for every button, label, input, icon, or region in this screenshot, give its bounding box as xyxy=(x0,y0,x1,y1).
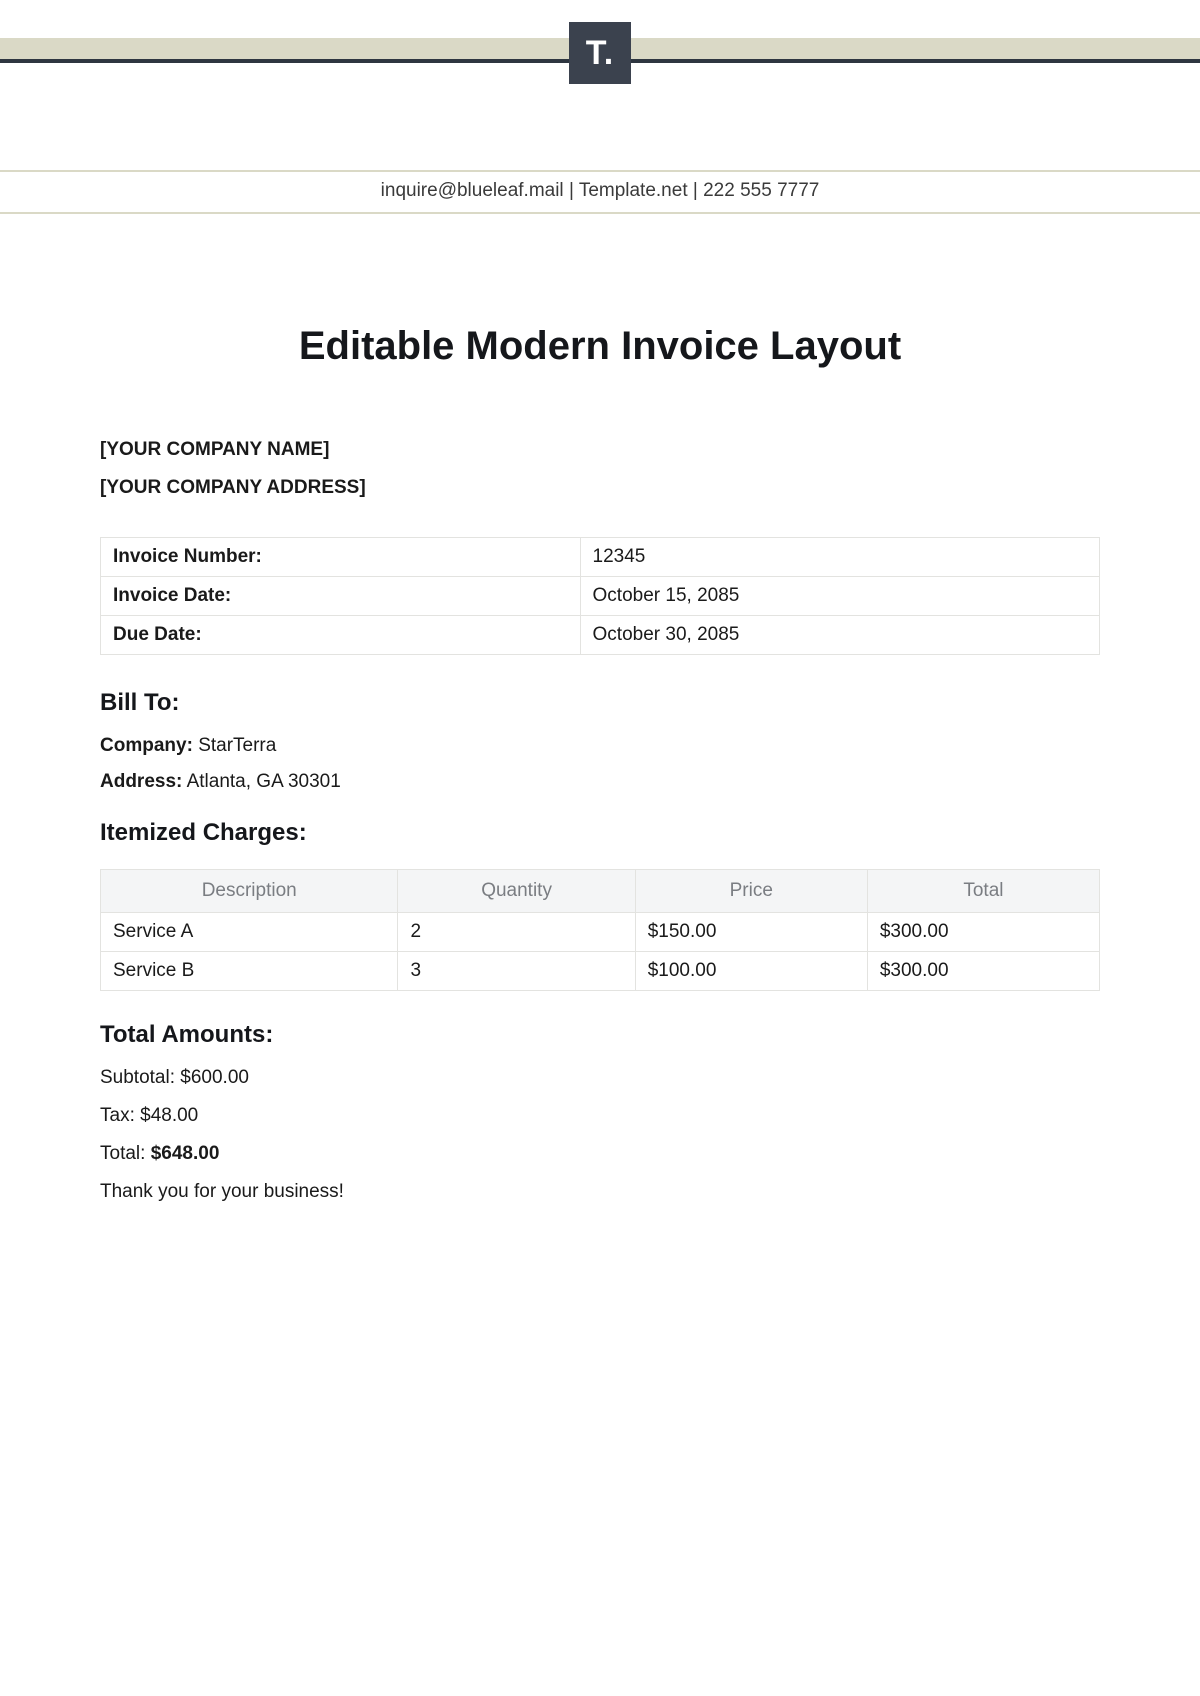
cell-qty: 2 xyxy=(398,913,635,952)
meta-label-invoice-date: Invoice Date: xyxy=(101,577,581,616)
bill-to-company-value: StarTerra xyxy=(198,735,276,756)
separator: | xyxy=(693,180,703,201)
company-name: [YOUR COMPANY NAME] xyxy=(100,439,1100,461)
contact-site: Template.net xyxy=(579,180,688,201)
table-row: Due Date: October 30, 2085 xyxy=(101,616,1100,655)
cell-total: $300.00 xyxy=(867,952,1099,991)
items-heading: Itemized Charges: xyxy=(100,819,1100,847)
separator: | xyxy=(569,180,579,201)
meta-value-invoice-no: 12345 xyxy=(580,538,1099,577)
total-label: Total: xyxy=(100,1143,151,1164)
cell-price: $100.00 xyxy=(635,952,867,991)
subtotal-label: Subtotal: xyxy=(100,1067,180,1088)
contact-email: inquire@blueleaf.mail xyxy=(381,180,564,201)
col-description: Description xyxy=(101,870,398,913)
items-table: Description Quantity Price Total Service… xyxy=(100,869,1100,991)
total-value: $648.00 xyxy=(151,1143,220,1164)
contact-phone: 222 555 7777 xyxy=(703,180,819,201)
cell-desc: Service A xyxy=(101,913,398,952)
total-line: Total: $648.00 xyxy=(100,1143,1100,1165)
page-title: Editable Modern Invoice Layout xyxy=(100,324,1100,369)
company-address: [YOUR COMPANY ADDRESS] xyxy=(100,477,1100,499)
table-row: Invoice Date: October 15, 2085 xyxy=(101,577,1100,616)
tax-label: Tax: xyxy=(100,1105,140,1126)
cell-desc: Service B xyxy=(101,952,398,991)
tax-line: Tax: $48.00 xyxy=(100,1105,1100,1127)
bill-to-address-value: Atlanta, GA 30301 xyxy=(187,771,341,792)
subtotal-value: $600.00 xyxy=(180,1067,249,1088)
bill-to-company: Company: StarTerra xyxy=(100,735,1100,757)
bill-to-company-label: Company: xyxy=(100,735,193,756)
col-total: Total xyxy=(867,870,1099,913)
meta-value-due-date: October 30, 2085 xyxy=(580,616,1099,655)
cell-total: $300.00 xyxy=(867,913,1099,952)
meta-value-invoice-date: October 15, 2085 xyxy=(580,577,1099,616)
cell-qty: 3 xyxy=(398,952,635,991)
meta-label-invoice-no: Invoice Number: xyxy=(101,538,581,577)
cell-price: $150.00 xyxy=(635,913,867,952)
bill-to-address-label: Address: xyxy=(100,771,182,792)
col-quantity: Quantity xyxy=(398,870,635,913)
meta-label-due-date: Due Date: xyxy=(101,616,581,655)
bill-to-heading: Bill To: xyxy=(100,689,1100,717)
thank-you: Thank you for your business! xyxy=(100,1181,1100,1203)
col-price: Price xyxy=(635,870,867,913)
totals-block: Subtotal: $600.00 Tax: $48.00 Total: $64… xyxy=(100,1067,1100,1165)
subtotal-line: Subtotal: $600.00 xyxy=(100,1067,1100,1089)
table-row: Invoice Number: 12345 xyxy=(101,538,1100,577)
bill-to-address: Address: Atlanta, GA 30301 xyxy=(100,771,1100,793)
table-row: Service A2$150.00$300.00 xyxy=(101,913,1100,952)
contact-bar: inquire@blueleaf.mail | Template.net | 2… xyxy=(0,170,1200,214)
tax-value: $48.00 xyxy=(140,1105,198,1126)
totals-heading: Total Amounts: xyxy=(100,1021,1100,1049)
invoice-meta-table: Invoice Number: 12345 Invoice Date: Octo… xyxy=(100,537,1100,655)
header-band: T. xyxy=(0,0,1200,90)
table-header-row: Description Quantity Price Total xyxy=(101,870,1100,913)
logo-badge: T. xyxy=(569,22,631,84)
table-row: Service B3$100.00$300.00 xyxy=(101,952,1100,991)
